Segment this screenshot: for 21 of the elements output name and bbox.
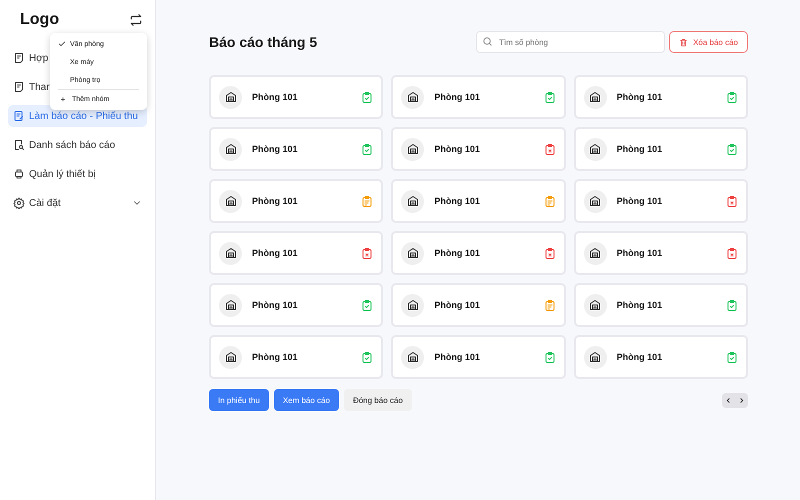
room-name: Phòng 101 bbox=[434, 352, 481, 362]
room-name: Phòng 101 bbox=[616, 300, 664, 310]
room-name: Phòng 101 bbox=[434, 92, 481, 102]
room-name: Phòng 101 bbox=[252, 300, 299, 310]
room-name: Phòng 101 bbox=[252, 352, 299, 362]
logo-text: Logo bbox=[20, 11, 60, 29]
room-name: Phòng 101 bbox=[616, 92, 664, 102]
room-name: Phòng 101 bbox=[252, 248, 299, 258]
room-name: Phòng 101 bbox=[616, 196, 664, 206]
room-name: Phòng 101 bbox=[434, 248, 481, 258]
room-name: Phòng 101 bbox=[252, 196, 299, 206]
room-name: Phòng 101 bbox=[434, 144, 481, 154]
plus-icon: + bbox=[58, 94, 68, 104]
room-name: Phòng 101 bbox=[616, 144, 664, 154]
room-name: Phòng 101 bbox=[616, 248, 664, 258]
room-name: Phòng 101 bbox=[252, 92, 299, 102]
room-name: Phòng 101 bbox=[252, 144, 299, 154]
page-title: Báo cáo tháng 5 bbox=[209, 34, 318, 50]
room-name: Phòng 101 bbox=[434, 196, 481, 206]
room-name: Phòng 101 bbox=[616, 352, 664, 362]
room-name: Phòng 101 bbox=[434, 300, 481, 310]
